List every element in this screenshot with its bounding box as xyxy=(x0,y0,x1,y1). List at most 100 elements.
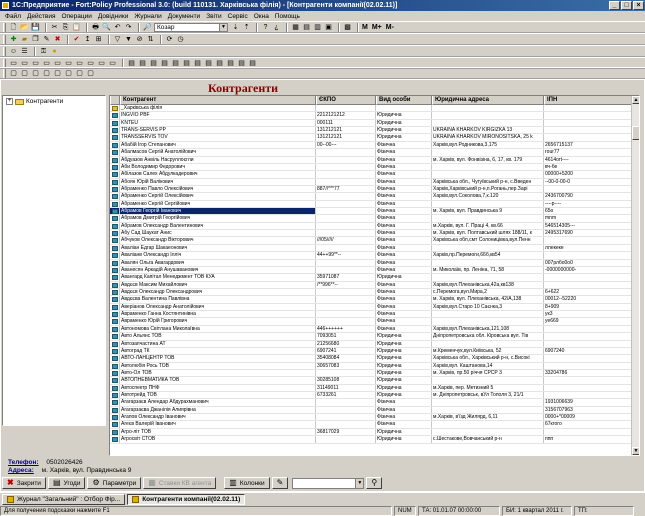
search-combo[interactable]: Козар ▼ xyxy=(154,22,228,32)
chevron-down-icon[interactable]: ▼ xyxy=(219,23,227,31)
table-row[interactable]: Аваліан Едгар Шакаеонович Фізична ллекеке xyxy=(110,244,632,253)
calendar-icon[interactable]: ▦ xyxy=(291,23,300,32)
light-icon[interactable]: ● xyxy=(50,47,59,56)
table-row[interactable]: Автозапчастина АТ 21256680 Юридична xyxy=(110,340,632,348)
table-row[interactable]: Агагарзаєва Джанілія Алиярівна Фізична 315… xyxy=(110,406,632,415)
table-row[interactable]: Агро-літ ТОВ 36817029 Юридична xyxy=(110,428,632,437)
lock-icon[interactable]: ⚿ xyxy=(39,47,48,56)
memory-minus-button[interactable]: M- xyxy=(386,24,394,31)
memory-button[interactable]: M xyxy=(362,24,368,31)
doc-list-icon[interactable]: ☰ xyxy=(20,47,29,56)
agreements-button[interactable]: ▤ Угоди xyxy=(47,477,86,489)
column-header-address[interactable]: Юридична адреса xyxy=(432,96,544,105)
filter-value-icon[interactable]: ▼ xyxy=(124,35,133,44)
table-row[interactable]: АВТОПНЕВМАТИКА ТОВ 30285108 Юридична xyxy=(110,377,632,385)
table-row[interactable]: Автоспектр ПНФ 31149011 Юридична м.Харків, … xyxy=(110,384,632,393)
tool1-icon[interactable]: ▢ xyxy=(9,69,18,78)
minimize-button[interactable]: _ xyxy=(609,1,620,10)
table-icon[interactable]: ▥ xyxy=(313,23,322,32)
table-row[interactable]: Авдєєв Олександр Олександрович Фізична с.П… xyxy=(110,288,632,297)
memory-plus-button[interactable]: M+ xyxy=(372,24,382,31)
table-row-selected[interactable]: Абрамов Георгій Іванович Фізична м. Харків… xyxy=(110,208,632,216)
filter-icon[interactable]: ▽ xyxy=(113,35,122,44)
users-icon[interactable]: ☺ xyxy=(9,47,18,56)
menu-actions[interactable]: Действия xyxy=(24,13,58,20)
table-row[interactable]: Автолюбія Рось ТОВ 30657083 Юридична Харків… xyxy=(110,362,632,370)
table-row[interactable]: Автоград ТК 6907241 Юридична м.Кременчук,ву… xyxy=(110,347,632,356)
table-row[interactable]: Аби Володимир Федорович Фізична вч-бе xyxy=(110,163,632,172)
parameters-button[interactable]: ⚙ Параметри xyxy=(87,477,142,489)
table-row[interactable]: Авдєєв Максим Михайлович/**996**-- Фізичн… xyxy=(110,281,632,289)
table-row[interactable]: АВТО-ЛАНЦЕНТР ТОВ 35408084 Юридична Харківс… xyxy=(110,355,632,363)
table-row[interactable]: Авраменко Юрій Григорович Фізична уе669 xyxy=(110,318,632,326)
hierarchy-icon[interactable]: ⊞ xyxy=(94,35,103,44)
column-header-icon[interactable] xyxy=(110,96,120,105)
close-button[interactable]: ✖ Закрити xyxy=(2,477,46,489)
tree-node-root[interactable]: + Контрагенти xyxy=(6,98,63,105)
tool8-icon[interactable]: ▢ xyxy=(86,69,95,78)
table-row[interactable]: TRANS-SERVIS PP 131212121 Юридична UKRAINA … xyxy=(110,127,632,135)
image-icon[interactable]: ▩ xyxy=(343,23,352,32)
task-contractors[interactable]: Контрагенти компанії(02.02.11) xyxy=(127,493,246,505)
table-row[interactable]: Абу Сад Шаукат Анис Фізична м. Харків, вул… xyxy=(110,230,632,238)
menu-reports[interactable]: Звіти xyxy=(203,13,224,20)
menu-help[interactable]: Помощь xyxy=(272,13,303,20)
toolbar-grip[interactable] xyxy=(3,22,6,32)
refresh-icon[interactable]: ⟳ xyxy=(165,35,174,44)
window-titlebar[interactable]: 1С:Предприятие - Fort:Policy Professiona… xyxy=(0,0,645,11)
table-row[interactable]: Абоян Юрій Валікович Фізична Харківська об… xyxy=(110,178,632,186)
context-help-icon[interactable]: ¿ xyxy=(272,23,281,32)
menu-windows[interactable]: Окна xyxy=(251,13,272,20)
table-row[interactable]: Аваліанв Олександр Ілліч 44++99**-- Фізичн… xyxy=(110,252,632,260)
table-row[interactable]: KNTEU 000111 Юридична xyxy=(110,119,632,128)
cut-icon[interactable]: ✂ xyxy=(50,23,59,32)
edit-icon[interactable]: ✎ xyxy=(42,35,51,44)
menu-operations[interactable]: Операции xyxy=(58,13,94,20)
tool5-icon[interactable]: ▢ xyxy=(53,69,62,78)
tool2-icon[interactable]: ▢ xyxy=(20,69,29,78)
calculator-icon[interactable]: ▤ xyxy=(302,23,311,32)
sort-icon[interactable]: ⇅ xyxy=(146,35,155,44)
table-row[interactable]: Абрамов Дмитрій Георгійович Фізична mnm xyxy=(110,215,632,223)
table-row[interactable]: Агросвіт СТОВ Юридична с.Шестакове,Вовчанс… xyxy=(110,436,632,444)
table-row[interactable]: Абілазов Салех Абдулкадерович Фізична 0000… xyxy=(110,171,632,179)
task-journal[interactable]: Журнал "Загальний" : Отбор Фір... xyxy=(2,493,126,505)
add-group-icon[interactable]: ▰ xyxy=(20,35,29,44)
table-row[interactable]: Абдуазов Анвіль Насруллоєгли Фізична м. Ха… xyxy=(110,156,632,164)
delete-icon[interactable]: ✖ xyxy=(53,35,62,44)
pencil-button[interactable]: ✎ xyxy=(271,477,289,489)
column-header-type[interactable]: Вид особи xyxy=(376,96,432,105)
mark-icon[interactable]: ✔ xyxy=(72,35,81,44)
move-icon[interactable]: ↥ xyxy=(83,35,92,44)
toolbar-grip[interactable] xyxy=(3,34,6,44)
menu-file[interactable]: Файл xyxy=(2,13,24,20)
scroll-thumb[interactable] xyxy=(632,126,639,140)
tool4-icon[interactable]: ▢ xyxy=(42,69,51,78)
table-row[interactable]: Авто-Ол ТОВ Юридична м. Харків, пр.50 річч… xyxy=(110,369,632,378)
text-icon[interactable]: ▣ xyxy=(324,23,333,32)
column-header-edrpou[interactable]: ЄКПО xyxy=(316,96,376,105)
menu-directories[interactable]: Довідники xyxy=(95,13,131,20)
paste-icon[interactable]: 📋 xyxy=(72,23,81,32)
scroll-up-icon[interactable]: ▲ xyxy=(632,96,639,104)
table-row[interactable]: Абраменко Павло Олексійович 887//***77 Фіз… xyxy=(110,185,632,194)
vertical-scrollbar[interactable]: ▲ ▼ xyxy=(631,96,639,455)
table-row[interactable]: TRANSSERVIS TOV 131212121 Юридична UKRAINA … xyxy=(110,134,632,142)
maximize-button[interactable]: □ xyxy=(621,1,632,10)
table-row[interactable]: Авдєєва Валентина Павлівна Фізична м. Харк… xyxy=(110,296,632,304)
toolbar-grip[interactable] xyxy=(3,46,6,56)
tool6-icon[interactable]: ▢ xyxy=(64,69,73,78)
table-row[interactable]: Авто Альянс ТОВ 7093051 Юридична Дніпропетр… xyxy=(110,333,632,341)
table-row[interactable]: Агапов Олександр Іванович Фізична м.Харків… xyxy=(110,414,632,422)
new-doc-icon[interactable]: 🗋 xyxy=(9,23,18,32)
filter-off-icon[interactable]: ⊘ xyxy=(135,35,144,44)
close-window-button[interactable]: × xyxy=(633,1,644,10)
table-row[interactable]: Аверіанов Олександр Анатолійович Фізична Х… xyxy=(110,303,632,312)
table-row[interactable]: Абраменко Сергій Олексійович Фізична Харкі… xyxy=(110,193,632,201)
find-icon[interactable]: 🔎 xyxy=(143,23,152,32)
help-icon[interactable]: ? xyxy=(261,23,270,32)
table-row[interactable]: Абалмасов Сергій Анатолійович Фізична rour… xyxy=(110,149,632,157)
copy-row-icon[interactable]: ❐ xyxy=(31,35,40,44)
copy-icon[interactable]: ⎘ xyxy=(61,23,70,32)
quick-search-input[interactable]: ▼ xyxy=(292,477,365,489)
